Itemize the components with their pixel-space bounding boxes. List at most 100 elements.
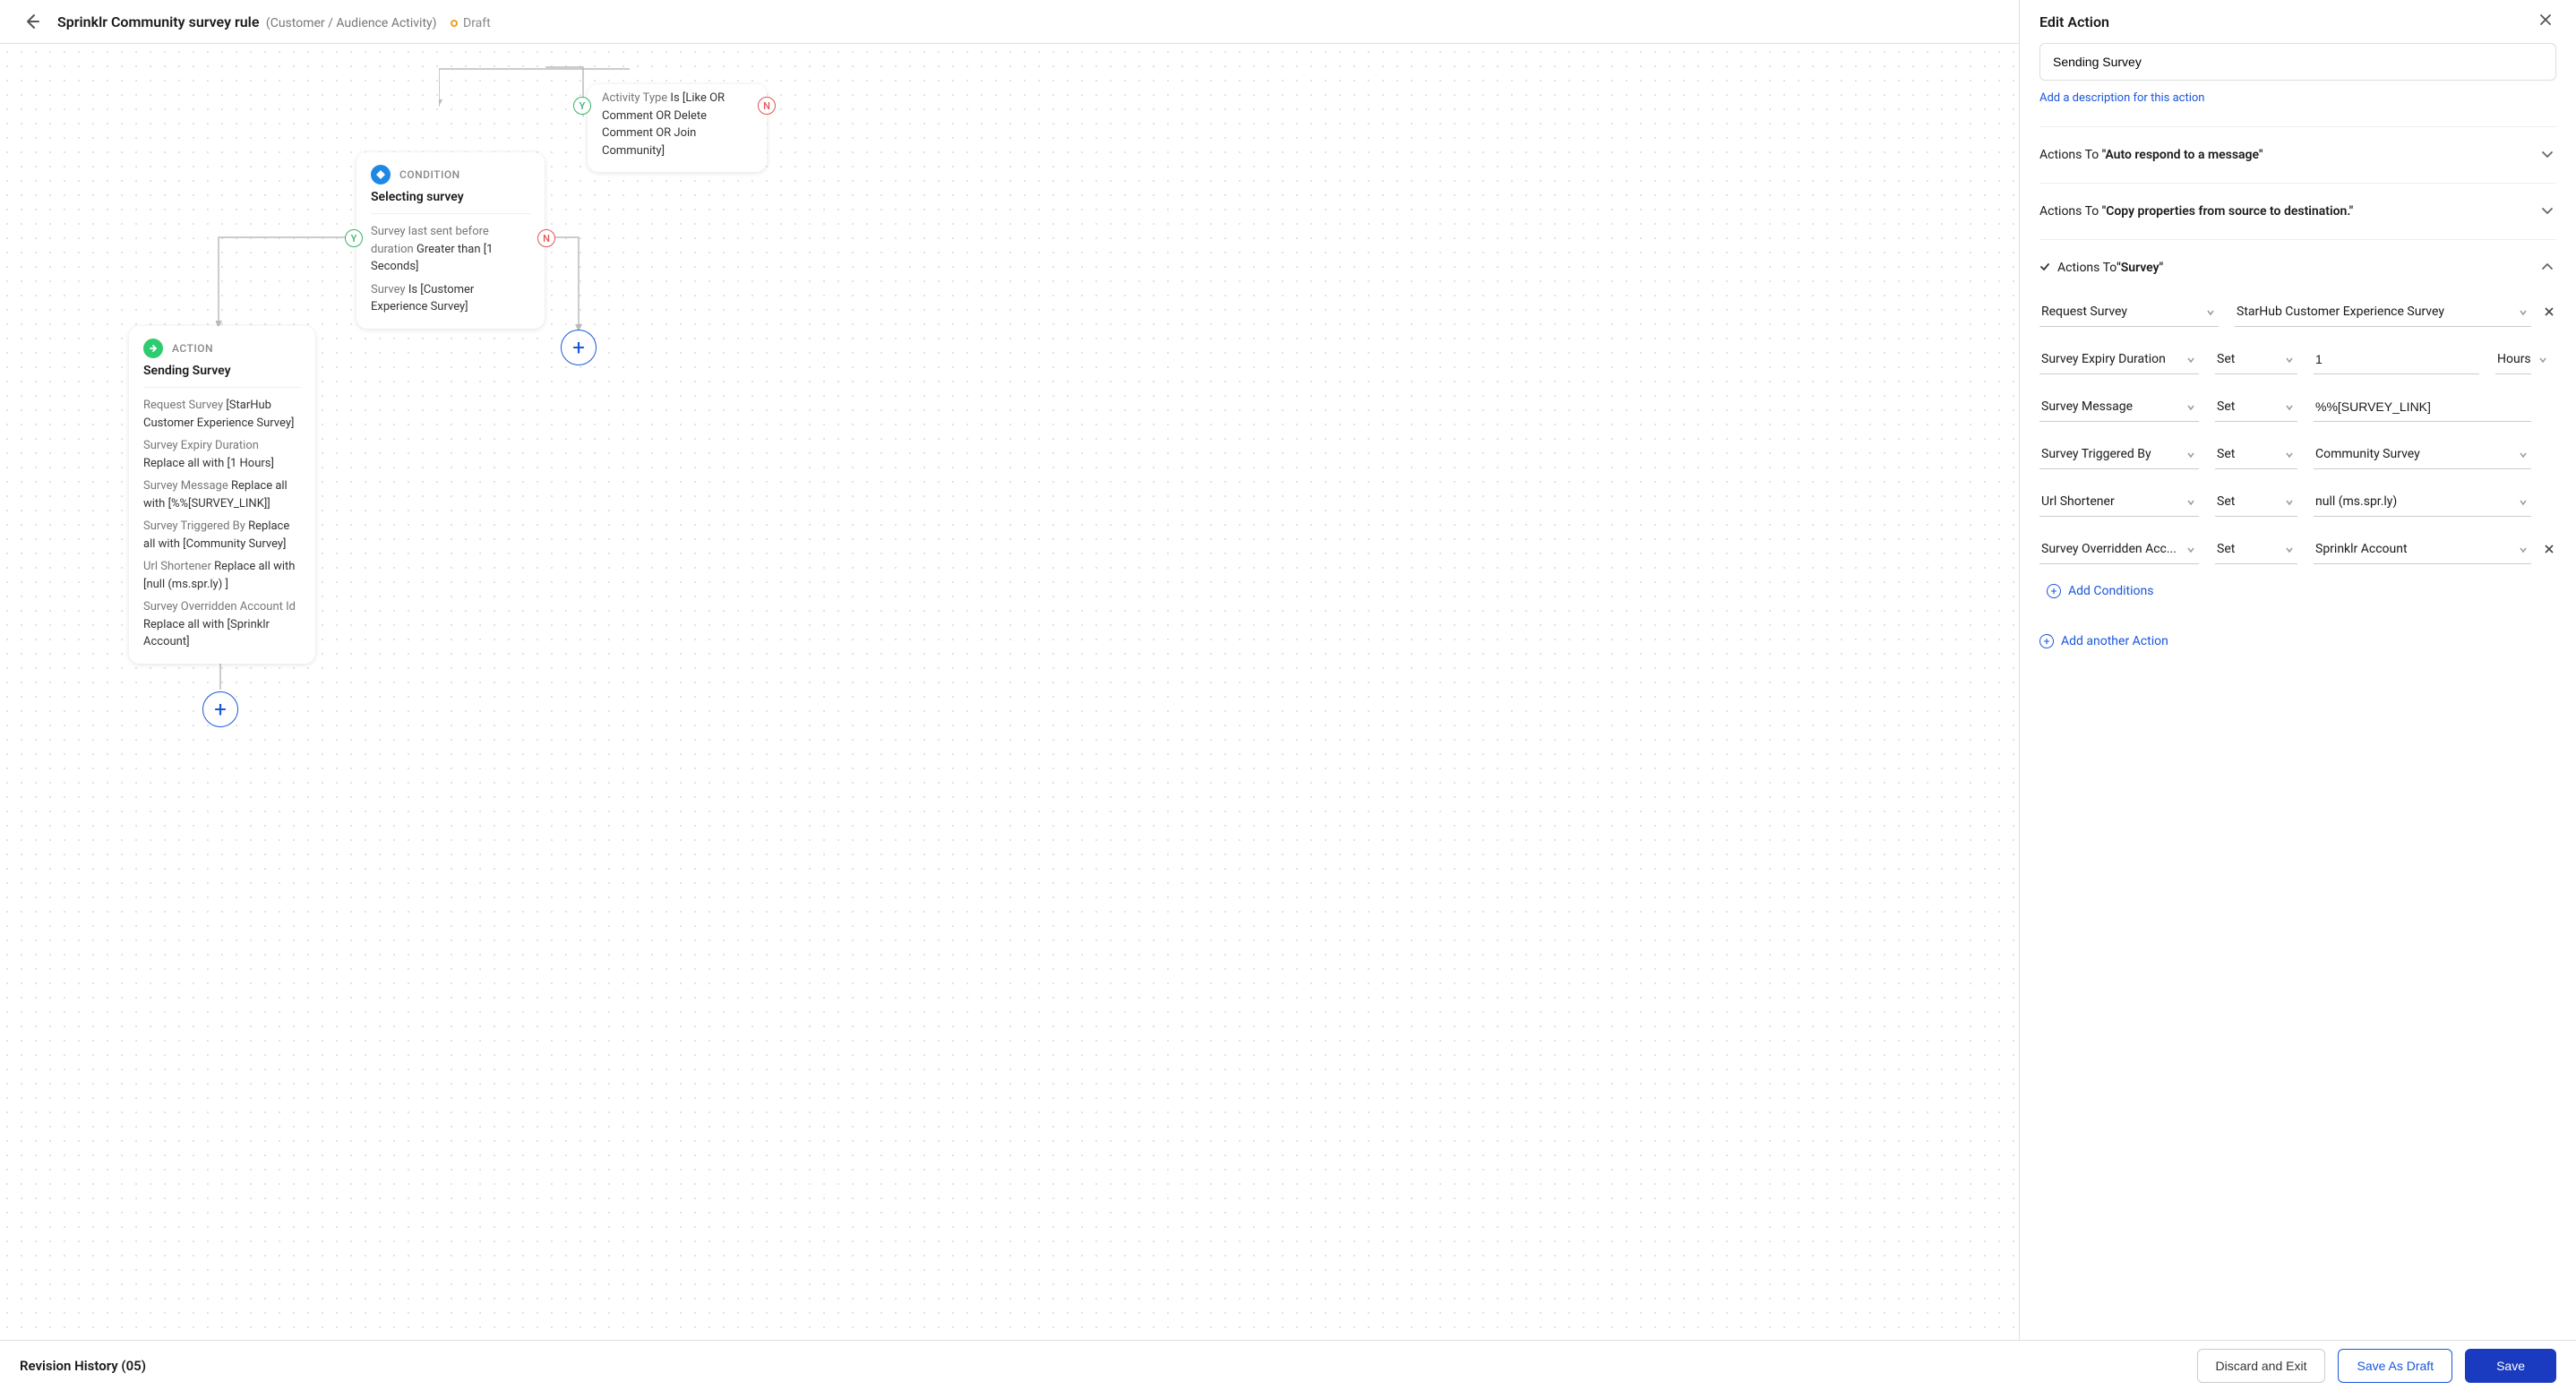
- op-select[interactable]: Set: [2215, 536, 2297, 564]
- op-select[interactable]: Set: [2215, 394, 2297, 422]
- status-dot-icon: [451, 20, 458, 27]
- field-select[interactable]: Survey Message: [2039, 394, 2199, 422]
- add-node-button[interactable]: +: [202, 691, 238, 727]
- remove-row-icon[interactable]: [2544, 306, 2556, 319]
- survey-form: Request Survey StarHub Customer Experien…: [2039, 296, 2556, 657]
- action-line: Survey Triggered By Replace all with [Co…: [143, 518, 301, 553]
- chevron-down-icon: [2186, 449, 2197, 459]
- page-subtitle-text: (Customer / Audience Activity): [266, 16, 437, 30]
- field-select[interactable]: Survey Triggered By: [2039, 442, 2199, 469]
- chevron-down-icon: [2285, 449, 2296, 459]
- close-icon[interactable]: [2538, 13, 2556, 30]
- status-badge: Draft: [463, 16, 491, 30]
- add-description-link[interactable]: Add a description for this action: [2039, 91, 2204, 105]
- badge-no: N: [758, 97, 776, 115]
- action-line: Survey Expiry Duration Replace all with …: [143, 437, 301, 472]
- chevron-down-icon: [2186, 354, 2197, 365]
- survey-config-row: Survey Triggered By Set Community Survey: [2039, 442, 2556, 469]
- chevron-down-icon: [2519, 449, 2529, 459]
- add-conditions-label: Add Conditions: [2068, 584, 2153, 598]
- survey-config-row: Survey Expiry Duration Set Hours: [2039, 347, 2556, 374]
- add-conditions-link[interactable]: + Add Conditions: [2047, 584, 2153, 598]
- op-select[interactable]: Set: [2215, 442, 2297, 469]
- condition-title: Selecting survey: [371, 190, 530, 204]
- section-copy-properties[interactable]: Actions To "Copy properties from source …: [2039, 183, 2556, 239]
- footer: Revision History (05) Discard and Exit S…: [0, 1340, 2576, 1390]
- chevron-down-icon: [2285, 354, 2296, 365]
- edit-action-panel: Edit Action Add a description for this a…: [2019, 0, 2576, 1340]
- save-button[interactable]: Save: [2465, 1349, 2556, 1383]
- chevron-down-icon: [2285, 401, 2296, 412]
- section-name: "Auto respond to a message": [2102, 148, 2263, 162]
- node-activity-type[interactable]: Activity Type Is [Like OR Comment OR Del…: [588, 84, 767, 172]
- revision-history-link[interactable]: Revision History (05): [20, 1358, 146, 1374]
- condition-type-label: CONDITION: [399, 168, 460, 181]
- value-select[interactable]: Sprinklr Account: [2314, 536, 2531, 564]
- chevron-down-icon: [2186, 401, 2197, 412]
- plus-circle-icon: +: [2047, 584, 2061, 598]
- discard-button[interactable]: Discard and Exit: [2197, 1349, 2326, 1383]
- op-select[interactable]: Set: [2215, 489, 2297, 517]
- action-type-label: ACTION: [172, 342, 213, 355]
- badge-yes: Y: [345, 229, 363, 247]
- remove-row-icon[interactable]: [2544, 544, 2556, 556]
- badge-no: N: [537, 229, 555, 247]
- chevron-down-icon: [2519, 496, 2529, 507]
- activity-type-label: Activity Type: [602, 91, 667, 105]
- action-icon: [143, 339, 163, 358]
- section-prefix: Actions To: [2039, 204, 2102, 219]
- rule-canvas[interactable]: Activity Type Is [Like OR Comment OR Del…: [0, 45, 2019, 1340]
- survey-config-row: Survey Overridden Acc... Set Sprinklr Acco…: [2039, 536, 2556, 564]
- check-icon: [2039, 262, 2052, 274]
- back-arrow-icon[interactable]: [21, 11, 43, 32]
- badge-yes: Y: [573, 97, 591, 115]
- node-condition[interactable]: CONDITION Selecting survey Survey last s…: [356, 152, 545, 329]
- cond-line2-label: Survey: [371, 283, 406, 296]
- chevron-down-icon: [2538, 354, 2547, 365]
- add-another-action-link[interactable]: + Add another Action: [2039, 634, 2168, 648]
- save-as-draft-button[interactable]: Save As Draft: [2338, 1349, 2452, 1383]
- section-survey[interactable]: Actions To "Survey": [2039, 239, 2556, 296]
- node-action[interactable]: ACTION Sending Survey Request Survey [St…: [129, 326, 315, 664]
- panel-title: Edit Action: [2039, 13, 2109, 30]
- chevron-down-icon: [2186, 496, 2197, 507]
- add-node-button[interactable]: +: [561, 330, 597, 365]
- add-another-action-label: Add another Action: [2061, 634, 2168, 648]
- request-survey-field-select[interactable]: Request Survey: [2039, 299, 2219, 327]
- field-select[interactable]: Survey Overridden Acc...: [2039, 536, 2199, 564]
- section-prefix: Actions To: [2057, 261, 2117, 275]
- chevron-down-icon: [2186, 544, 2197, 554]
- action-line: Survey Message Replace all with [%%[SURV…: [143, 477, 301, 512]
- section-name: "Copy properties from source to destinat…: [2102, 204, 2353, 219]
- plus-circle-icon: +: [2039, 634, 2054, 648]
- request-survey-value: StarHub Customer Experience Survey: [2237, 305, 2444, 319]
- request-survey-value-select[interactable]: StarHub Customer Experience Survey: [2235, 299, 2531, 327]
- value-number-input[interactable]: [2314, 347, 2479, 374]
- section-prefix: Actions To: [2039, 148, 2102, 162]
- action-name-input[interactable]: [2039, 43, 2556, 81]
- chevron-down-icon: [2540, 147, 2556, 163]
- value-select[interactable]: Community Survey: [2314, 442, 2531, 469]
- chevron-down-icon: [2285, 496, 2296, 507]
- action-line: Url Shortener Replace all with [null (ms…: [143, 558, 301, 593]
- chevron-down-icon: [2540, 203, 2556, 219]
- field-select[interactable]: Url Shortener: [2039, 489, 2199, 517]
- action-line: Request Survey [StarHub Customer Experie…: [143, 397, 301, 432]
- section-auto-respond[interactable]: Actions To "Auto respond to a message": [2039, 126, 2556, 183]
- chevron-down-icon: [2285, 544, 2296, 554]
- value-text-input[interactable]: [2314, 394, 2531, 422]
- unit-select[interactable]: Hours: [2495, 347, 2531, 374]
- condition-icon: [371, 165, 391, 184]
- op-select[interactable]: Set: [2215, 347, 2297, 374]
- value-select[interactable]: null (ms.spr.ly): [2314, 489, 2531, 517]
- page-title: Sprinklr Community survey rule (Customer…: [57, 13, 491, 30]
- field-select[interactable]: Survey Expiry Duration: [2039, 347, 2199, 374]
- action-line: Survey Overridden Account Id Replace all…: [143, 598, 301, 651]
- action-title: Sending Survey: [143, 364, 301, 378]
- survey-config-row: Survey Message Set: [2039, 394, 2556, 422]
- chevron-down-icon: [2519, 544, 2529, 554]
- section-name: "Survey": [2117, 261, 2163, 275]
- survey-config-row: Url Shortener Set null (ms.spr.ly): [2039, 489, 2556, 517]
- chevron-down-icon: [2519, 306, 2529, 317]
- chevron-up-icon: [2540, 260, 2556, 276]
